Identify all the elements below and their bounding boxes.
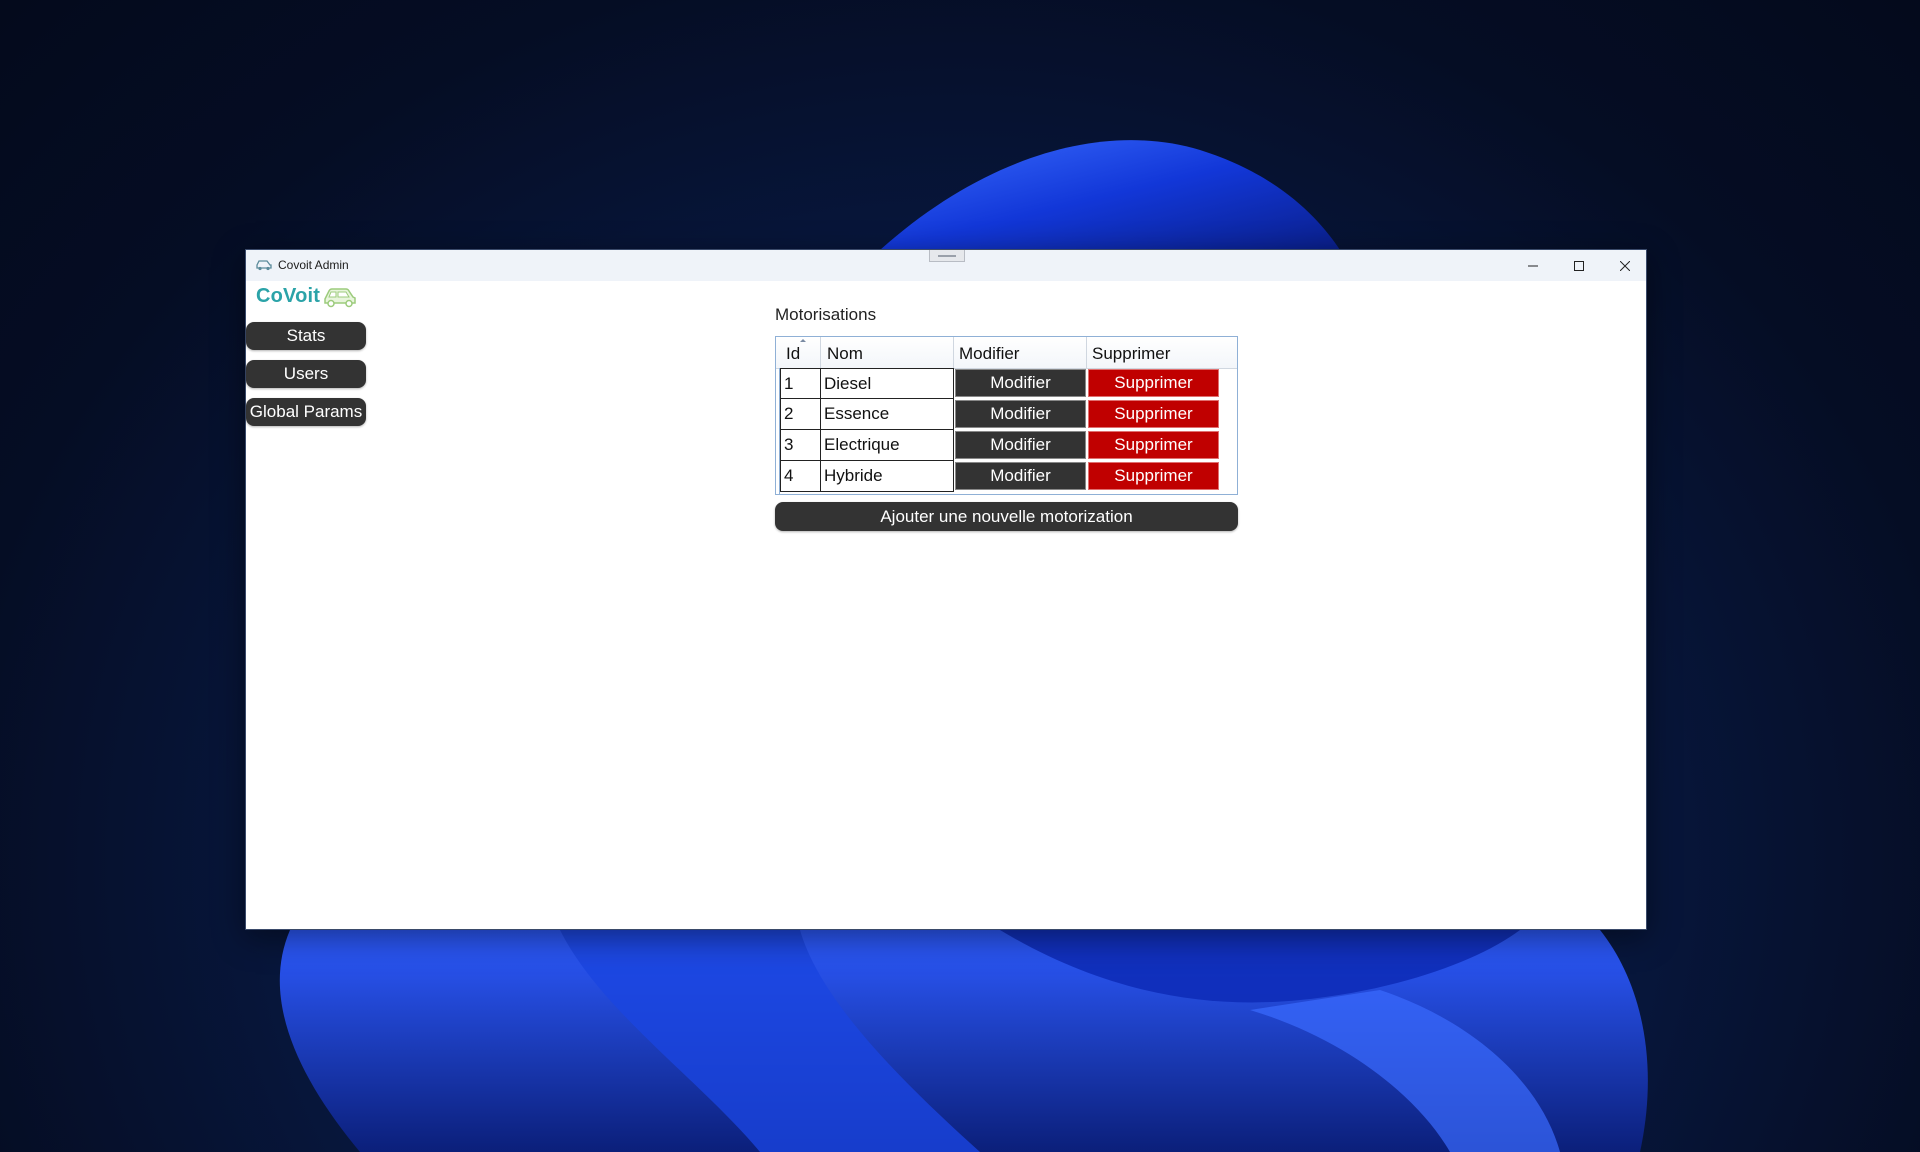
column-header-nom[interactable]: Nom: [821, 337, 954, 368]
car-icon: [256, 260, 272, 271]
column-header-label: Nom: [827, 344, 863, 363]
motorisations-table: Id Nom Modifier Supprimer 1 Diesel Modif…: [775, 336, 1238, 495]
column-header-id[interactable]: Id: [780, 337, 821, 368]
supprimer-button[interactable]: Supprimer: [1088, 462, 1219, 490]
maximize-button[interactable]: [1556, 250, 1602, 281]
window-title: Covoit Admin: [278, 258, 349, 272]
modifier-button[interactable]: Modifier: [955, 369, 1086, 397]
table-row[interactable]: 2 Essence Modifier Supprimer: [780, 399, 1237, 430]
app-window: Covoit Admin CoVoit Stats Users Global P…: [245, 249, 1647, 930]
add-motorization-button[interactable]: Ajouter une nouvelle motorization: [775, 502, 1238, 531]
supprimer-button[interactable]: Supprimer: [1088, 400, 1219, 428]
cell-id[interactable]: 1: [780, 368, 821, 399]
logo-text: CoVoit: [256, 285, 321, 307]
column-header-label: Modifier: [959, 344, 1020, 363]
cell-id[interactable]: 4: [780, 461, 821, 492]
modifier-button[interactable]: Modifier: [955, 400, 1086, 428]
snap-grip[interactable]: [929, 250, 965, 262]
column-header-label: Id: [786, 344, 801, 363]
table-row[interactable]: 3 Electrique Modifier Supprimer: [780, 430, 1237, 461]
cell-nom[interactable]: Essence: [820, 399, 954, 430]
app-logo: CoVoit: [256, 285, 358, 308]
cell-id[interactable]: 2: [780, 399, 821, 430]
table-header: Id Nom Modifier Supprimer: [776, 337, 1237, 369]
modifier-button[interactable]: Modifier: [955, 462, 1086, 490]
supprimer-button[interactable]: Supprimer: [1088, 431, 1219, 459]
window-content: CoVoit Stats Users Global Params Motoris…: [246, 281, 1646, 929]
cell-nom[interactable]: Electrique: [820, 430, 954, 461]
page-title: Motorisations: [775, 305, 877, 324]
car-icon: [324, 287, 356, 307]
cell-nom[interactable]: Hybride: [820, 461, 954, 492]
minimize-icon: [1528, 265, 1538, 266]
close-button[interactable]: [1602, 250, 1648, 281]
supprimer-button[interactable]: Supprimer: [1088, 369, 1219, 397]
sort-arrow-icon: [800, 339, 806, 342]
column-header-modifier[interactable]: Modifier: [954, 337, 1087, 368]
global-params-button[interactable]: Global Params: [246, 398, 366, 426]
cell-id[interactable]: 3: [780, 430, 821, 461]
maximize-icon: [1574, 260, 1584, 271]
column-header-label: Supprimer: [1092, 344, 1171, 363]
modifier-button[interactable]: Modifier: [955, 431, 1086, 459]
column-header-supprimer[interactable]: Supprimer: [1087, 337, 1237, 368]
stats-button[interactable]: Stats: [246, 322, 366, 350]
minimize-button[interactable]: [1510, 250, 1556, 281]
table-row[interactable]: 1 Diesel Modifier Supprimer: [780, 368, 1237, 399]
title-bar[interactable]: Covoit Admin: [246, 250, 1646, 281]
close-icon: [1620, 260, 1630, 271]
cell-nom[interactable]: Diesel: [820, 368, 954, 399]
users-button[interactable]: Users: [246, 360, 366, 388]
table-row[interactable]: 4 Hybride Modifier Supprimer: [780, 461, 1237, 492]
